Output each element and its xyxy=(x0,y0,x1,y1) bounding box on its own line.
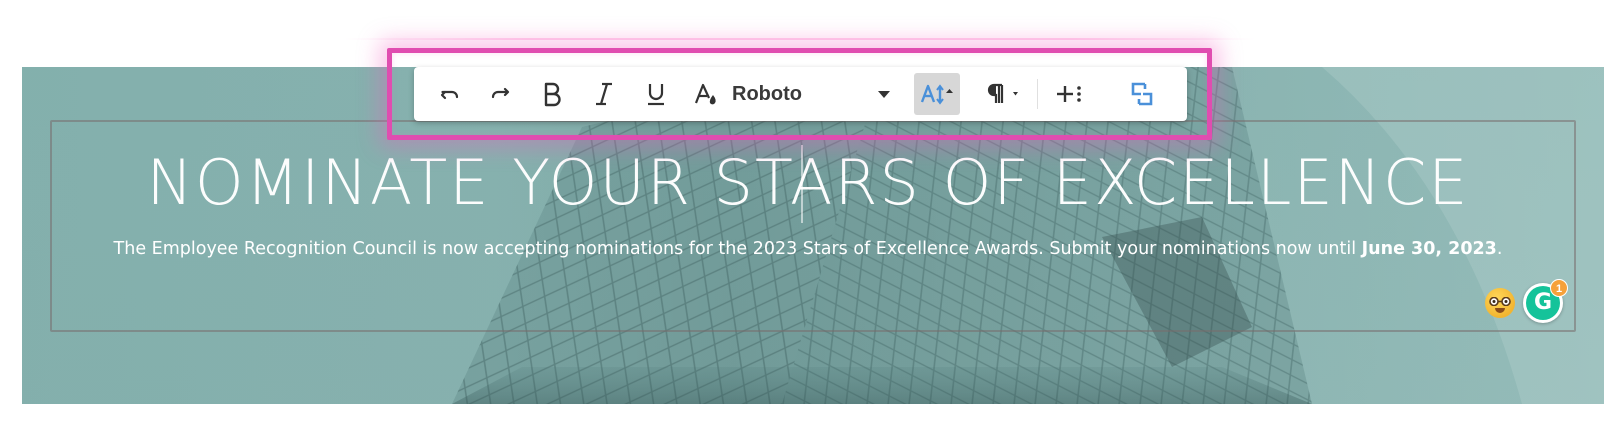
italic-button[interactable] xyxy=(584,73,624,115)
text-cursor xyxy=(801,145,803,223)
font-family-select[interactable]: Roboto xyxy=(732,73,892,115)
top-rule xyxy=(345,38,1255,40)
underline-button[interactable] xyxy=(636,73,676,115)
text-color-button[interactable] xyxy=(686,73,726,115)
underline-icon xyxy=(648,84,664,106)
chevron-down-icon xyxy=(878,91,890,98)
redo-button[interactable] xyxy=(480,73,520,115)
grammarly-count-badge: 1 xyxy=(1550,279,1568,297)
bold-button[interactable] xyxy=(532,73,572,115)
redo-icon xyxy=(491,87,510,99)
deadline-date: June 30, 2023 xyxy=(1361,239,1497,259)
description-period: . xyxy=(1496,239,1503,259)
description-text: The Employee Recognition Council is now … xyxy=(113,239,1362,259)
undo-icon xyxy=(440,90,459,100)
fullscreen-brackets-icon xyxy=(1131,82,1153,106)
nerd-face-emoji-icon[interactable] xyxy=(1485,288,1515,318)
italic-icon xyxy=(596,82,612,106)
font-family-value: Roboto xyxy=(732,82,802,105)
banner-description[interactable]: The Employee Recognition Council is now … xyxy=(0,237,1616,261)
toolbar-divider xyxy=(1037,79,1038,109)
font-size-button[interactable] xyxy=(914,73,960,115)
paragraph-icon xyxy=(987,83,1018,103)
undo-button[interactable] xyxy=(430,73,470,115)
plus-more-icon xyxy=(1057,86,1081,102)
bold-icon xyxy=(544,82,561,107)
rich-text-toolbar: Roboto xyxy=(414,67,1187,121)
fullscreen-toggle-button[interactable] xyxy=(1120,73,1164,115)
text-color-icon xyxy=(694,83,716,105)
page-headline[interactable]: NOMINATE YOUR STARS OF EXCELLENCE xyxy=(0,145,1616,221)
font-size-icon xyxy=(920,84,953,105)
paragraph-format-button[interactable] xyxy=(984,73,1028,115)
insert-more-button[interactable] xyxy=(1048,73,1092,115)
